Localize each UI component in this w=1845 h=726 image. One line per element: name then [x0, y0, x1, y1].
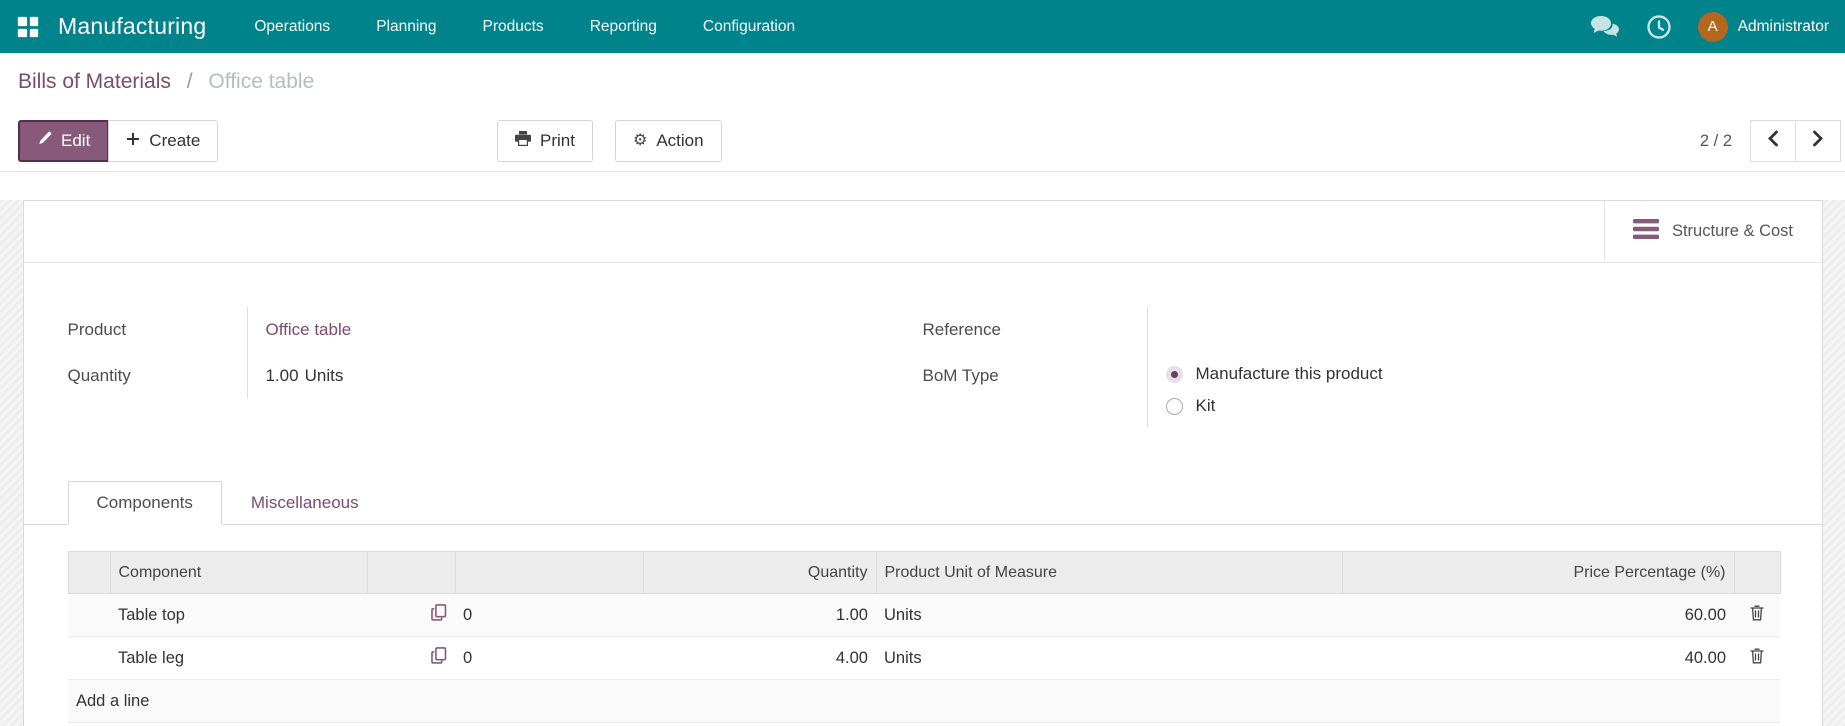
chevron-right-icon: [1812, 130, 1824, 152]
radio-option-kit[interactable]: Kit: [1165, 390, 1778, 422]
header-component[interactable]: Component: [109, 551, 368, 594]
component-name-cell: Table leg: [110, 636, 367, 680]
delete-row-icon[interactable]: [1734, 636, 1780, 680]
form-view-background: Structure & Cost Product Office table Qu…: [0, 200, 1845, 726]
plus-icon: [126, 131, 140, 151]
header-uom[interactable]: Product Unit of Measure: [875, 551, 1343, 594]
right-field-group: Reference BoM Type Manufacture this prod…: [923, 307, 1778, 427]
bars-icon: [1632, 219, 1659, 244]
price-percentage-cell: 40.00: [1342, 636, 1734, 680]
gear-icon: ⚙: [632, 132, 648, 149]
component-row-table-leg[interactable]: Table leg 0 4.00 Units 40.00: [68, 636, 1780, 680]
copy-icon[interactable]: [367, 593, 455, 637]
left-field-group: Product Office table Quantity 1.00 Units: [68, 307, 923, 427]
product-field-row: Product Office table: [68, 307, 923, 353]
pager: 2 / 2: [1700, 120, 1841, 162]
product-label: Product: [68, 307, 248, 353]
uom-cell: Units: [876, 636, 1342, 680]
components-table: Component Quantity Product Unit of Measu…: [67, 551, 1781, 723]
top-navbar: Manufacturing Operations Planning Produc…: [0, 0, 1845, 53]
menu-operations[interactable]: Operations: [254, 18, 330, 36]
quantity-cell: 1.00: [643, 593, 876, 637]
uom-cell: Units: [876, 593, 1342, 637]
quantity-cell: 4.00: [643, 636, 876, 680]
tab-miscellaneous[interactable]: Miscellaneous: [222, 481, 388, 525]
tab-bar: Components Miscellaneous: [23, 481, 1822, 525]
reference-field-row: Reference: [923, 307, 1778, 353]
row-handle-cell: [68, 593, 110, 637]
pager-next-button[interactable]: [1795, 120, 1841, 162]
breadcrumb-current: Office table: [208, 70, 315, 93]
copy-icon[interactable]: [367, 636, 455, 680]
user-name: Administrator: [1737, 17, 1829, 35]
add-a-line-link[interactable]: Add a line: [68, 679, 1780, 723]
stat-button-box: Structure & Cost: [23, 201, 1822, 263]
product-value-link[interactable]: Office table: [266, 320, 352, 339]
menu-reporting[interactable]: Reporting: [590, 18, 657, 36]
reference-value: [1148, 307, 1778, 353]
notebook: Components Miscellaneous Component Quant…: [23, 481, 1822, 723]
header-apply-variants-column: [454, 551, 644, 594]
bom-type-label: BoM Type: [923, 353, 1148, 427]
activities-clock-icon[interactable]: [1646, 14, 1672, 40]
breadcrumb: Bills of Materials / Office table: [0, 53, 1845, 111]
menu-configuration[interactable]: Configuration: [703, 18, 795, 36]
structure-and-cost-button[interactable]: Structure & Cost: [1603, 201, 1822, 262]
app-title[interactable]: Manufacturing: [58, 13, 206, 40]
navbar-systray: A Administrator: [1590, 11, 1829, 42]
menu-planning[interactable]: Planning: [376, 18, 436, 36]
header-delete-column: [1733, 551, 1781, 594]
radio-option-manufacture[interactable]: Manufacture this product: [1165, 358, 1778, 390]
component-name-cell: Table top: [110, 593, 367, 637]
radio-unselected-icon: [1165, 397, 1183, 415]
control-panel: Edit Create Print ⚙ Action 2 / 2: [0, 111, 1845, 172]
add-a-line-row[interactable]: Add a line: [68, 679, 1780, 723]
print-action-group: Print ⚙ Action: [497, 120, 722, 162]
tab-components[interactable]: Components: [67, 481, 222, 525]
quantity-unit: Units: [304, 366, 344, 385]
user-menu[interactable]: A Administrator: [1697, 11, 1829, 42]
avatar: A: [1697, 11, 1728, 42]
form-sheet: Structure & Cost Product Office table Qu…: [22, 200, 1823, 726]
pager-buttons: [1750, 120, 1841, 162]
pencil-icon: [37, 131, 52, 151]
create-button[interactable]: Create: [108, 120, 219, 162]
edit-button[interactable]: Edit: [18, 120, 110, 162]
table-header-row: Component Quantity Product Unit of Measu…: [67, 551, 1781, 594]
row-handle-cell: [68, 636, 110, 680]
pager-previous-button[interactable]: [1750, 120, 1796, 162]
header-price-percentage[interactable]: Price Percentage (%): [1341, 551, 1735, 594]
header-handle-column: [67, 551, 111, 594]
print-button[interactable]: Print: [497, 120, 593, 162]
chevron-left-icon: [1767, 130, 1779, 152]
quantity-label: Quantity: [68, 353, 248, 399]
apps-grid-icon[interactable]: [16, 15, 40, 39]
edit-create-group: Edit Create: [18, 120, 219, 162]
breadcrumb-parent-link[interactable]: Bills of Materials: [18, 70, 171, 93]
delete-row-icon[interactable]: [1734, 593, 1780, 637]
printer-icon: [515, 131, 531, 151]
header-apply-variants-icon-column: [366, 551, 456, 594]
pager-value[interactable]: 2 / 2: [1700, 132, 1732, 151]
apply-variants-cell: 0: [455, 593, 643, 637]
menu-products[interactable]: Products: [483, 18, 544, 36]
component-row-table-top[interactable]: Table top 0 1.00 Units 60.00: [68, 593, 1780, 637]
action-button[interactable]: ⚙ Action: [614, 120, 722, 162]
breadcrumb-separator: /: [186, 70, 193, 93]
apply-variants-cell: 0: [455, 636, 643, 680]
header-quantity[interactable]: Quantity: [642, 551, 877, 594]
bom-type-field-row: BoM Type Manufacture this product Kit: [923, 353, 1778, 427]
reference-label: Reference: [923, 307, 1148, 353]
quantity-value: 1.00: [265, 366, 299, 385]
quantity-field-row: Quantity 1.00 Units: [68, 353, 923, 399]
field-groups: Product Office table Quantity 1.00 Units …: [24, 263, 1822, 427]
price-percentage-cell: 60.00: [1342, 593, 1734, 637]
radio-selected-icon: [1165, 365, 1183, 383]
main-menu: Operations Planning Products Reporting C…: [254, 18, 795, 36]
messages-icon[interactable]: [1590, 15, 1620, 39]
